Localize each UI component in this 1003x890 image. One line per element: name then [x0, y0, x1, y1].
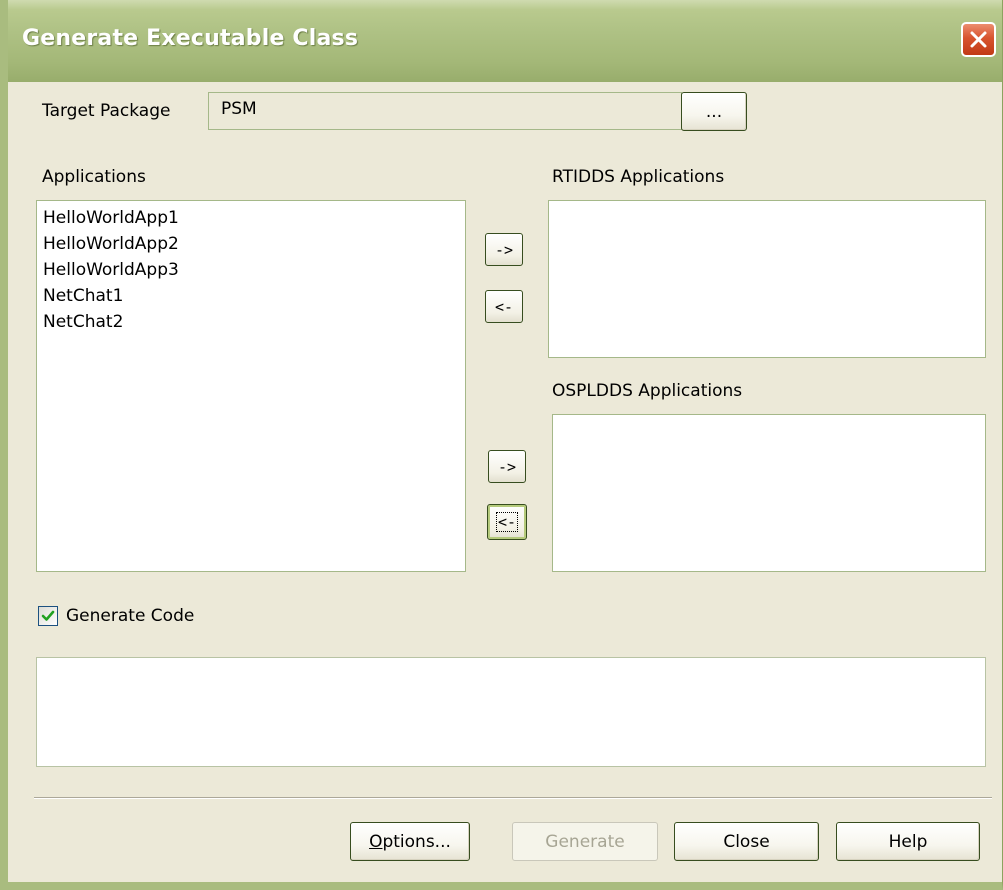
list-item[interactable]: NetChat2 — [43, 309, 179, 335]
help-button-label: Help — [888, 831, 928, 852]
target-package-label: Target Package — [42, 101, 171, 121]
ospldds-list[interactable] — [552, 414, 986, 572]
list-item[interactable]: HelloWorldApp3 — [43, 257, 179, 283]
rtidds-label: RTIDDS Applications — [552, 167, 725, 187]
options-mnemonic: O — [369, 831, 383, 852]
target-package-field[interactable]: PSM — [208, 92, 682, 130]
close-button-label: Close — [723, 831, 770, 852]
close-button[interactable]: Close — [674, 822, 819, 861]
dialog-window: Generate Executable Class Target Package… — [0, 0, 1003, 890]
generate-button-label: Generate — [545, 831, 625, 852]
title-bar[interactable]: Generate Executable Class — [8, 0, 1002, 82]
add-rtidds-label: -> — [494, 240, 514, 259]
window-title: Generate Executable Class — [22, 26, 359, 51]
generate-code-checkbox[interactable] — [38, 606, 58, 626]
output-area[interactable] — [36, 657, 986, 767]
ospldds-label: OSPLDDS Applications — [552, 381, 743, 401]
separator-line — [34, 797, 992, 799]
close-window-button[interactable] — [961, 22, 996, 57]
generate-button[interactable]: Generate — [512, 822, 658, 861]
options-button-label: Options... — [369, 832, 451, 852]
list-item[interactable]: NetChat1 — [43, 283, 179, 309]
generate-code-label[interactable]: Generate Code — [66, 606, 194, 626]
browse-button-label: ... — [705, 101, 723, 122]
options-button[interactable]: Options... — [350, 822, 470, 861]
remove-rtidds-button[interactable]: <- — [485, 290, 523, 323]
close-x-icon — [970, 31, 987, 48]
check-icon — [41, 610, 55, 621]
add-ospldds-button[interactable]: -> — [488, 450, 526, 483]
list-item[interactable]: HelloWorldApp1 — [43, 205, 179, 231]
help-button[interactable]: Help — [836, 822, 980, 861]
rtidds-list[interactable] — [548, 200, 986, 358]
list-item[interactable]: HelloWorldApp2 — [43, 231, 179, 257]
applications-list[interactable]: HelloWorldApp1 HelloWorldApp2 HelloWorld… — [36, 200, 466, 572]
applications-label: Applications — [42, 167, 146, 187]
remove-ospldds-button[interactable]: <- — [487, 504, 527, 540]
applications-items: HelloWorldApp1 HelloWorldApp2 HelloWorld… — [43, 205, 179, 335]
browse-package-button[interactable]: ... — [681, 92, 747, 131]
remove-ospldds-label: <- — [495, 512, 519, 532]
remove-rtidds-label: <- — [494, 297, 514, 316]
add-ospldds-label: -> — [497, 457, 517, 476]
target-package-value: PSM — [221, 99, 257, 119]
options-rest: ptions... — [382, 831, 451, 852]
add-rtidds-button[interactable]: -> — [485, 233, 523, 266]
